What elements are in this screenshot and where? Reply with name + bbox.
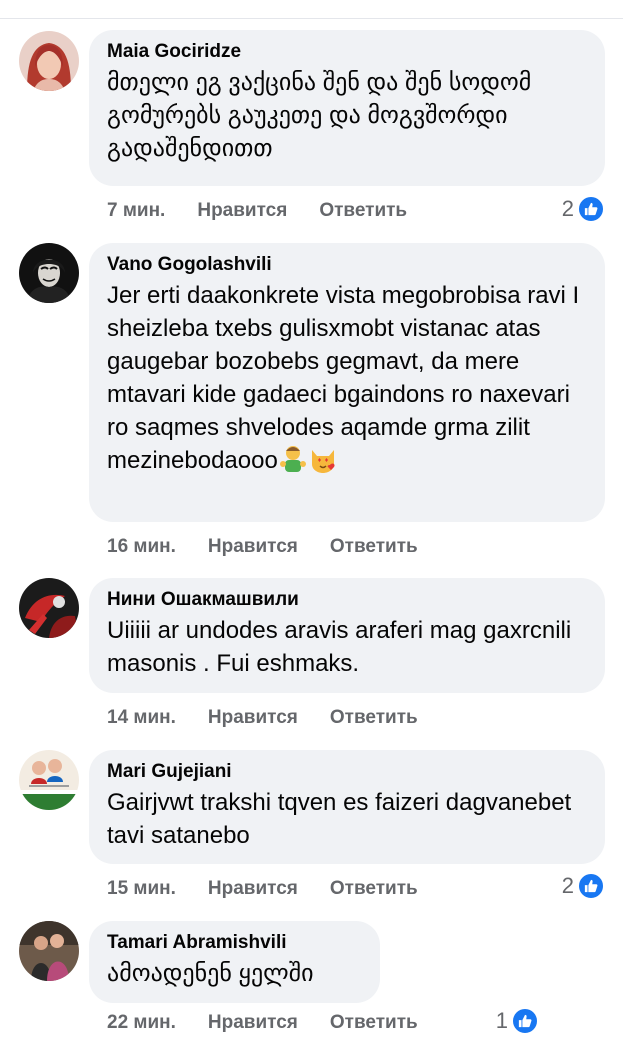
- comment-author[interactable]: Vano Gogolashvili: [107, 253, 587, 277]
- like-button[interactable]: Нравится: [208, 536, 298, 558]
- reaction-count[interactable]: 2: [562, 194, 605, 224]
- comment-author[interactable]: Maia Gociridze: [107, 40, 587, 64]
- divider: [0, 18, 623, 19]
- comment-text: Jer erti daakonkrete vista megobrobisa r…: [107, 279, 587, 477]
- comment-text: მთელი ეგ ვაქცინა შენ და შენ სოდომ გომურე…: [107, 69, 532, 162]
- comment-time[interactable]: 16 мин.: [107, 536, 176, 558]
- comment-bubble: Tamari Abramishvili ამოადენენ ყელში: [89, 921, 380, 1003]
- comment-actions: 22 мин. Нравится Ответить: [107, 1008, 418, 1038]
- comment-actions: 15 мин. Нравится Ответить: [107, 874, 418, 904]
- avatar[interactable]: [19, 921, 79, 981]
- comment-time[interactable]: 15 мин.: [107, 878, 176, 900]
- comment-author[interactable]: Tamari Abramishvili: [107, 931, 362, 955]
- comment-author[interactable]: Mari Gujejiani: [107, 760, 587, 784]
- comment-actions: 16 мин. Нравится Ответить: [107, 532, 418, 562]
- reply-button[interactable]: Ответить: [319, 200, 407, 222]
- like-button[interactable]: Нравится: [208, 1012, 298, 1034]
- reply-button[interactable]: Ответить: [330, 707, 418, 729]
- comment-time[interactable]: 7 мин.: [107, 200, 165, 222]
- avatar[interactable]: [19, 243, 79, 303]
- comment-text: ამოადენენ ყელში: [107, 960, 314, 987]
- comment-bubble: Maia Gociridze მთელი ეგ ვაქცინა შენ და შ…: [89, 30, 605, 186]
- comment-text: Uiiiii ar undodes aravis araferi mag gax…: [107, 617, 572, 677]
- comment-text: Gairjvwt trakshi tqven es faizeri dagvan…: [107, 789, 572, 849]
- comment-actions: 7 мин. Нравится Ответить: [107, 196, 407, 226]
- avatar[interactable]: [19, 31, 79, 91]
- comment-text-body: Jer erti daakonkrete vista megobrobisa r…: [107, 282, 580, 474]
- comment-bubble: Нини Ошакмашвили Uiiiii ar undodes aravi…: [89, 578, 605, 693]
- comment-bubble: Vano Gogolashvili Jer erti daakonkrete v…: [89, 243, 605, 522]
- thumbs-up-icon: [511, 1007, 539, 1035]
- reply-button[interactable]: Ответить: [330, 878, 418, 900]
- reaction-count[interactable]: 2: [562, 871, 605, 901]
- thumbs-up-icon: [577, 872, 605, 900]
- heart-eyes-cat-emoji: [308, 444, 338, 474]
- reaction-count-value: 2: [561, 873, 574, 898]
- like-button[interactable]: Нравится: [208, 878, 298, 900]
- reaction-count-value: 2: [561, 196, 574, 221]
- like-button[interactable]: Нравится: [197, 200, 287, 222]
- avatar[interactable]: [19, 750, 79, 810]
- comment-time[interactable]: 22 мин.: [107, 1012, 176, 1034]
- reply-button[interactable]: Ответить: [330, 536, 418, 558]
- comment-actions: 14 мин. Нравится Ответить: [107, 703, 418, 733]
- comment-time[interactable]: 14 мин.: [107, 707, 176, 729]
- like-button[interactable]: Нравится: [208, 707, 298, 729]
- person-gesturing-emoji: [278, 444, 308, 474]
- comment-bubble: Mari Gujejiani Gairjvwt trakshi tqven es…: [89, 750, 605, 864]
- reply-button[interactable]: Ответить: [330, 1012, 418, 1034]
- avatar[interactable]: [19, 578, 79, 638]
- reaction-count-value: 1: [495, 1008, 508, 1033]
- reaction-count[interactable]: 1: [496, 1006, 539, 1036]
- thumbs-up-icon: [577, 195, 605, 223]
- comment-author[interactable]: Нини Ошакмашвили: [107, 588, 587, 612]
